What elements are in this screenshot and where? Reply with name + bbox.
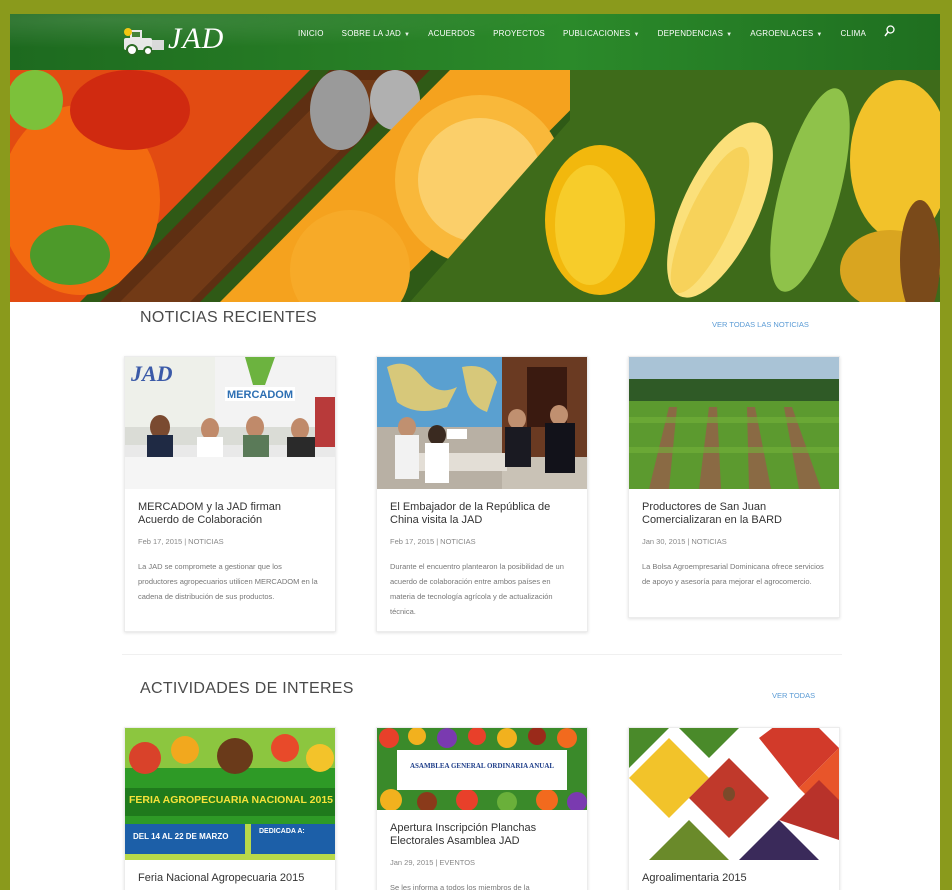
news-excerpt: La JAD se compromete a gestionar que los…	[138, 562, 318, 601]
news-meta: Jan 30, 2015 | NOTICIAS	[642, 537, 826, 546]
search-icon[interactable]	[884, 25, 895, 37]
news-card[interactable]: El Embajador de la República de China vi…	[376, 356, 588, 632]
hero-slider[interactable]	[10, 70, 940, 302]
nav-label: CLIMA	[840, 28, 866, 38]
news-excerpt: Durante el encuentro plantearon la posib…	[390, 562, 564, 616]
page: JAD INICIO SOBRE LA JAD ▼ ACUERDOS PROYEC…	[10, 14, 940, 890]
nav-dependencias[interactable]: DEPENDENCIAS ▼	[658, 29, 733, 38]
activity-card[interactable]: Agroalimentaria 2015	[628, 727, 840, 890]
card-body: Apertura Inscripción Planchas Electorale…	[377, 810, 587, 890]
card-body: Feria Nacional Agropecuaria 2015	[125, 860, 335, 890]
activity-thumbnail[interactable]	[629, 728, 839, 860]
nav-proyectos[interactable]: PROYECTOS	[493, 29, 545, 38]
nav-agroenlaces[interactable]: AGROENLACES ▼	[750, 29, 822, 38]
news-section-title: NOTICIAS RECIENTES	[140, 309, 317, 326]
activities-section-title: ACTIVIDADES DE INTERES	[140, 680, 354, 697]
site-logo[interactable]: JAD	[122, 22, 248, 60]
news-title[interactable]: MERCADOM y la JAD firman Acuerdo de Cola…	[138, 501, 322, 527]
nav-label: SOBRE LA JAD	[341, 28, 401, 38]
meta-separator: |	[687, 537, 690, 546]
activity-excerpt: Se les informa a todos los miembros de l…	[390, 883, 530, 890]
post-category[interactable]: NOTICIAS	[691, 537, 726, 546]
nav-publicaciones[interactable]: PUBLICACIONES ▼	[563, 29, 640, 38]
hero-image	[10, 70, 940, 302]
news-title[interactable]: El Embajador de la República de China vi…	[390, 501, 574, 527]
activity-card[interactable]: ASAMBLEA GENERAL ORDINARIA ANUAL Apertur…	[376, 727, 588, 890]
post-date: Jan 30, 2015	[642, 537, 686, 546]
chevron-down-icon: ▼	[726, 31, 733, 38]
post-category[interactable]: NOTICIAS	[440, 537, 475, 546]
nav-label: INICIO	[298, 28, 324, 38]
nav-acuerdos[interactable]: ACUERDOS	[428, 29, 475, 38]
news-thumbnail[interactable]	[377, 357, 587, 489]
section-divider	[122, 654, 842, 655]
svg-text:JAD: JAD	[130, 361, 173, 386]
nav-label: PROYECTOS	[493, 28, 545, 38]
post-category[interactable]: NOTICIAS	[188, 537, 223, 546]
banner-headline: ASAMBLEA GENERAL ORDINARIA ANUAL	[409, 762, 555, 770]
meta-separator: |	[436, 537, 439, 546]
news-view-all-link[interactable]: VER TODAS LAS NOTICIAS	[712, 320, 809, 329]
chevron-down-icon: ▼	[403, 31, 411, 38]
chevron-down-icon: ▼	[633, 31, 640, 38]
activity-title[interactable]: Feria Nacional Agropecuaria 2015	[138, 872, 322, 885]
main-nav: INICIO SOBRE LA JAD ▼ ACUERDOS PROYECTOS …	[298, 25, 895, 39]
news-meta: Feb 17, 2015 | NOTICIAS	[138, 537, 322, 546]
poster-dedication: DEDICADA A:	[259, 828, 305, 835]
meta-separator: |	[184, 537, 187, 546]
activities-view-all-link[interactable]: VER TODAS	[772, 691, 815, 700]
svg-text:MERCADOM: MERCADOM	[227, 389, 293, 401]
nav-sobre-la-jad[interactable]: SOBRE LA JAD ▼	[342, 29, 410, 38]
logo-text: JAD	[168, 22, 225, 55]
news-card[interactable]: Productores de San Juan Comercializaran …	[628, 356, 840, 618]
nav-label: PUBLICACIONES	[562, 28, 631, 38]
post-date: Feb 17, 2015	[390, 537, 435, 546]
poster-dates: DEL 14 AL 22 DE MARZO	[133, 832, 229, 841]
card-body: El Embajador de la República de China vi…	[377, 489, 587, 627]
nav-clima[interactable]: CLIMA	[841, 29, 866, 38]
nav-label: DEPENDENCIAS	[657, 28, 724, 38]
tractor-icon	[124, 28, 164, 56]
card-body: Agroalimentaria 2015	[629, 860, 839, 890]
activity-title[interactable]: Agroalimentaria 2015	[642, 872, 826, 885]
news-meta: Feb 17, 2015 | NOTICIAS	[390, 537, 574, 546]
news-card[interactable]: JAD MERCADOM MERCADOM y la JAD firman Ac…	[124, 356, 336, 632]
nav-label: AGROENLACES	[750, 28, 814, 38]
activity-card[interactable]: FERIA AGROPECUARIA NACIONAL 2015 DEL 14 …	[124, 727, 336, 890]
site-header: JAD INICIO SOBRE LA JAD ▼ ACUERDOS PROYEC…	[10, 14, 940, 70]
news-title[interactable]: Productores de San Juan Comercializaran …	[642, 501, 826, 527]
activity-title[interactable]: Apertura Inscripción Planchas Electorale…	[390, 822, 574, 848]
poster-headline: FERIA AGROPECUARIA NACIONAL 2015	[129, 794, 334, 806]
meta-separator: |	[435, 858, 438, 867]
activity-thumbnail[interactable]: ASAMBLEA GENERAL ORDINARIA ANUAL	[377, 728, 587, 810]
nav-label: ACUERDOS	[428, 28, 476, 38]
news-thumbnail[interactable]	[629, 357, 839, 489]
activity-meta: Jan 29, 2015 | EVENTOS	[390, 858, 574, 867]
news-thumbnail[interactable]: JAD MERCADOM	[125, 357, 335, 489]
post-date: Jan 29, 2015	[390, 858, 434, 867]
news-excerpt: La Bolsa Agroempresarial Dominicana ofre…	[642, 562, 824, 586]
card-body: MERCADOM y la JAD firman Acuerdo de Cola…	[125, 489, 335, 612]
activity-thumbnail[interactable]: FERIA AGROPECUARIA NACIONAL 2015 DEL 14 …	[125, 728, 335, 860]
card-body: Productores de San Juan Comercializaran …	[629, 489, 839, 597]
chevron-down-icon: ▼	[816, 31, 823, 38]
post-category[interactable]: EVENTOS	[439, 858, 475, 867]
nav-inicio[interactable]: INICIO	[298, 29, 324, 38]
post-date: Feb 17, 2015	[138, 537, 183, 546]
